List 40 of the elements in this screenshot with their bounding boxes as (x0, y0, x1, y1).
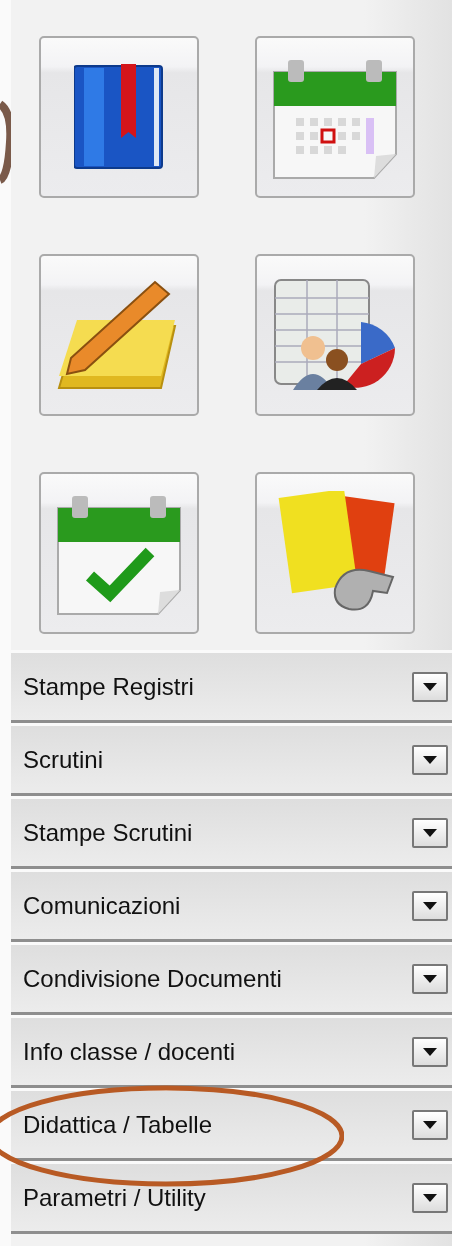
menu-row[interactable]: Scrutini (11, 723, 452, 796)
menu-row[interactable]: Comunicazioni (11, 869, 452, 942)
dropdown-button[interactable] (412, 671, 448, 702)
menu-label: Info classe / docenti (23, 1037, 236, 1066)
dropdown-button[interactable] (412, 744, 448, 775)
dropdown-button[interactable] (412, 890, 448, 921)
menu-label: Comunicazioni (23, 891, 181, 920)
dropdown-button[interactable] (412, 963, 448, 994)
book-tile-button[interactable] (39, 36, 199, 198)
cards-whistle-tile-button[interactable] (255, 472, 415, 634)
caret-icon (423, 974, 437, 983)
menu-label: Didattica / Tabelle (23, 1110, 212, 1139)
menu-row[interactable]: Didattica / Tabelle (11, 1088, 452, 1161)
menu-label: Parametri / Utility (23, 1183, 206, 1212)
menu-label: Stampe Registri (23, 672, 194, 701)
dropdown-button[interactable] (412, 1109, 448, 1140)
menu-label: Stampe Scrutini (23, 818, 193, 847)
menu-row[interactable]: Parametri / Utility (11, 1161, 452, 1234)
calendar-check-tile-button[interactable] (39, 472, 199, 634)
dropdown-button[interactable] (412, 1182, 448, 1213)
menu-label: Scrutini (23, 745, 104, 774)
caret-icon (423, 1047, 437, 1056)
caret-icon (423, 682, 437, 691)
menu-row[interactable]: Stampe Scrutini (11, 796, 452, 869)
menu-row[interactable]: Stampe Registri (11, 650, 452, 723)
menu-row[interactable]: Condivisione Documenti (11, 942, 452, 1015)
book-icon (74, 64, 164, 170)
caret-icon (423, 1120, 437, 1129)
calendar-tile-button[interactable] (255, 36, 415, 198)
spreadsheet-chart-people-icon (273, 278, 397, 392)
menu-label: Condivisione Documenti (23, 964, 282, 993)
caret-icon (423, 1193, 437, 1202)
dropdown-button[interactable] (412, 1036, 448, 1067)
caret-icon (423, 828, 437, 837)
menu-row[interactable]: Info classe / docenti (11, 1015, 452, 1088)
caret-icon (423, 901, 437, 910)
caret-icon (423, 755, 437, 764)
spreadsheet-tile-button[interactable] (255, 254, 415, 416)
notepad-tile-button[interactable] (39, 254, 199, 416)
dropdown-button[interactable] (412, 817, 448, 848)
